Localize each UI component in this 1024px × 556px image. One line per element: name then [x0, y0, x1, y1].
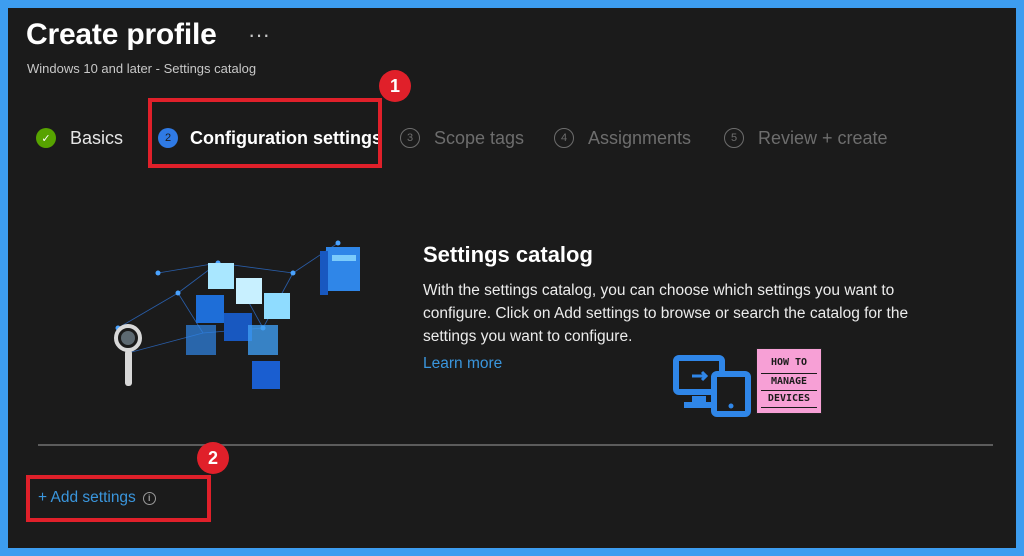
step-label: Basics — [70, 127, 124, 148]
how-to-manage-devices-logo: HOW TO MANAGE DEVICES — [756, 348, 822, 414]
learn-more-link[interactable]: Learn more — [423, 355, 502, 373]
watermark-logo: HOW TO MANAGE DEVICES — [672, 348, 822, 418]
step-assignments[interactable]: 4 Assignments — [554, 126, 691, 150]
step-number-icon: 4 — [554, 128, 574, 148]
step-review-create[interactable]: 5 Review + create — [724, 126, 888, 150]
settings-catalog-title: Settings catalog — [423, 242, 593, 267]
devices-icon — [673, 355, 751, 417]
highlight-box-configuration — [148, 98, 382, 168]
step-label: Assignments — [588, 127, 692, 148]
check-icon: ✓ — [36, 128, 56, 148]
more-options-icon[interactable]: ··· — [248, 22, 270, 48]
logo-line: DEVICES — [761, 391, 817, 408]
section-divider — [38, 444, 993, 446]
step-basics[interactable]: ✓ Basics — [36, 126, 123, 150]
logo-line: HOW TO — [770, 357, 808, 368]
page-title: Create profile — [26, 18, 217, 51]
highlight-box-add-settings — [26, 475, 211, 522]
page-subtitle: Windows 10 and later - Settings catalog — [27, 61, 257, 76]
create-profile-panel: Create profile ··· Windows 10 and later … — [8, 8, 1016, 548]
settings-catalog-description: With the settings catalog, you can choos… — [423, 282, 909, 345]
step-number-icon: 5 — [724, 128, 744, 148]
step-label: Review + create — [758, 127, 888, 148]
callout-badge-2: 2 — [197, 442, 229, 474]
step-number-icon: 3 — [400, 128, 420, 148]
logo-line: MANAGE — [761, 373, 817, 391]
step-label: Scope tags — [434, 127, 525, 148]
step-scope-tags[interactable]: 3 Scope tags — [400, 126, 524, 150]
callout-badge-1: 1 — [379, 70, 411, 102]
settings-catalog-illustration-icon — [114, 240, 360, 389]
